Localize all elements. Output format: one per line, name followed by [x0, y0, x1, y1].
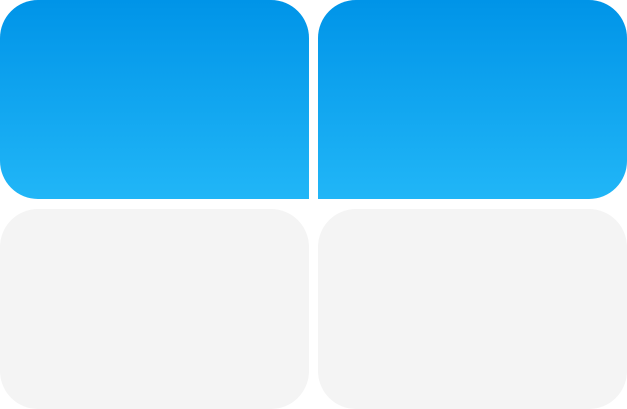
tile-bottom-left[interactable]: [0, 209, 309, 409]
tile-top-right[interactable]: [318, 0, 627, 199]
tile-bottom-right[interactable]: [318, 209, 627, 409]
tile-grid: [0, 0, 627, 409]
tile-top-left[interactable]: [0, 0, 309, 199]
